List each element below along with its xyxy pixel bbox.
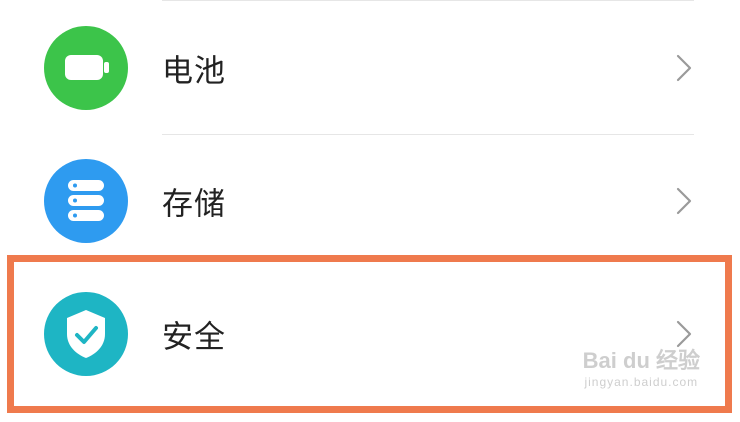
watermark-logo: Bai du 经验 jingyan.baidu.com [583, 343, 700, 389]
chevron-right-icon [676, 187, 692, 215]
battery-label: 电池 [162, 53, 226, 90]
highlight-box [7, 255, 732, 413]
storage-label: 存储 [162, 186, 226, 223]
settings-item-storage[interactable]: 存储 [0, 135, 740, 267]
battery-icon [44, 26, 128, 110]
watermark-main: Bai du 经验 [582, 348, 700, 373]
watermark-sub: jingyan.baidu.com [584, 375, 699, 389]
top-divider [162, 0, 694, 1]
chevron-right-icon [676, 54, 692, 82]
settings-item-battery[interactable]: 电池 [0, 2, 740, 134]
storage-icon [44, 159, 128, 243]
